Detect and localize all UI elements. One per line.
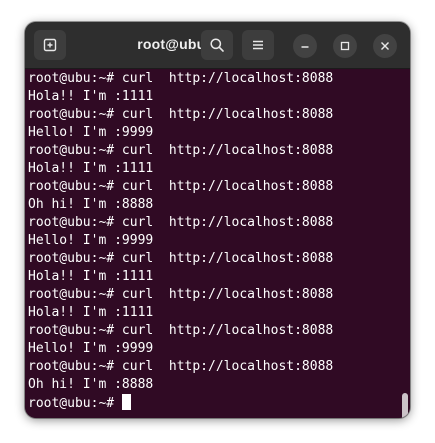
terminal-line: Hola!! I'm :1111 [28, 89, 154, 104]
terminal-line: Hola!! I'm :1111 [28, 305, 154, 320]
prompt-line[interactable]: root@ubu:~# [28, 394, 333, 412]
terminal-line: root@ubu:~# curl http://localhost:8088 [28, 179, 334, 194]
text-cursor [121, 394, 131, 410]
new-tab-button[interactable] [34, 30, 66, 60]
terminal-line: Hello! I'm :9999 [28, 233, 154, 248]
terminal-line: Hello! I'm :9999 [28, 341, 154, 356]
menu-button[interactable] [242, 30, 274, 60]
terminal-output: root@ubu:~# curl http://localhost:8088 H… [28, 70, 333, 412]
terminal-line: root@ubu:~# curl http://localhost:8088 [28, 215, 334, 230]
terminal-line: root@ubu:~# curl http://localhost:8088 [28, 251, 334, 266]
terminal-area[interactable]: root@ubu:~# curl http://localhost:8088 H… [25, 69, 410, 418]
header-bar: root@ubu: ~ [25, 22, 410, 69]
terminal-line: Hola!! I'm :1111 [28, 161, 154, 176]
terminal-line: root@ubu:~# curl http://localhost:8088 [28, 143, 334, 158]
scrollbar-thumb[interactable] [402, 393, 408, 418]
terminal-line: root@ubu:~# curl http://localhost:8088 [28, 71, 334, 86]
terminal-line: root@ubu:~# curl http://localhost:8088 [28, 323, 334, 338]
terminal-line: Hola!! I'm :1111 [28, 269, 154, 284]
close-button[interactable] [373, 34, 397, 58]
terminal-line: Hello! I'm :9999 [28, 125, 154, 140]
terminal-line: Oh hi! I'm :8888 [28, 197, 154, 212]
minimize-button[interactable] [293, 34, 317, 58]
search-button[interactable] [201, 30, 233, 60]
maximize-button[interactable] [333, 34, 357, 58]
terminal-window: root@ubu: ~ root@ubu:~# curl http://loca… [25, 22, 410, 418]
terminal-line: root@ubu:~# curl http://localhost:8088 [28, 359, 334, 374]
terminal-line: Oh hi! I'm :8888 [28, 377, 154, 392]
terminal-line: root@ubu:~# curl http://localhost:8088 [28, 287, 334, 302]
terminal-line: root@ubu:~# curl http://localhost:8088 [28, 107, 334, 122]
shell-prompt: root@ubu:~# [28, 396, 122, 411]
